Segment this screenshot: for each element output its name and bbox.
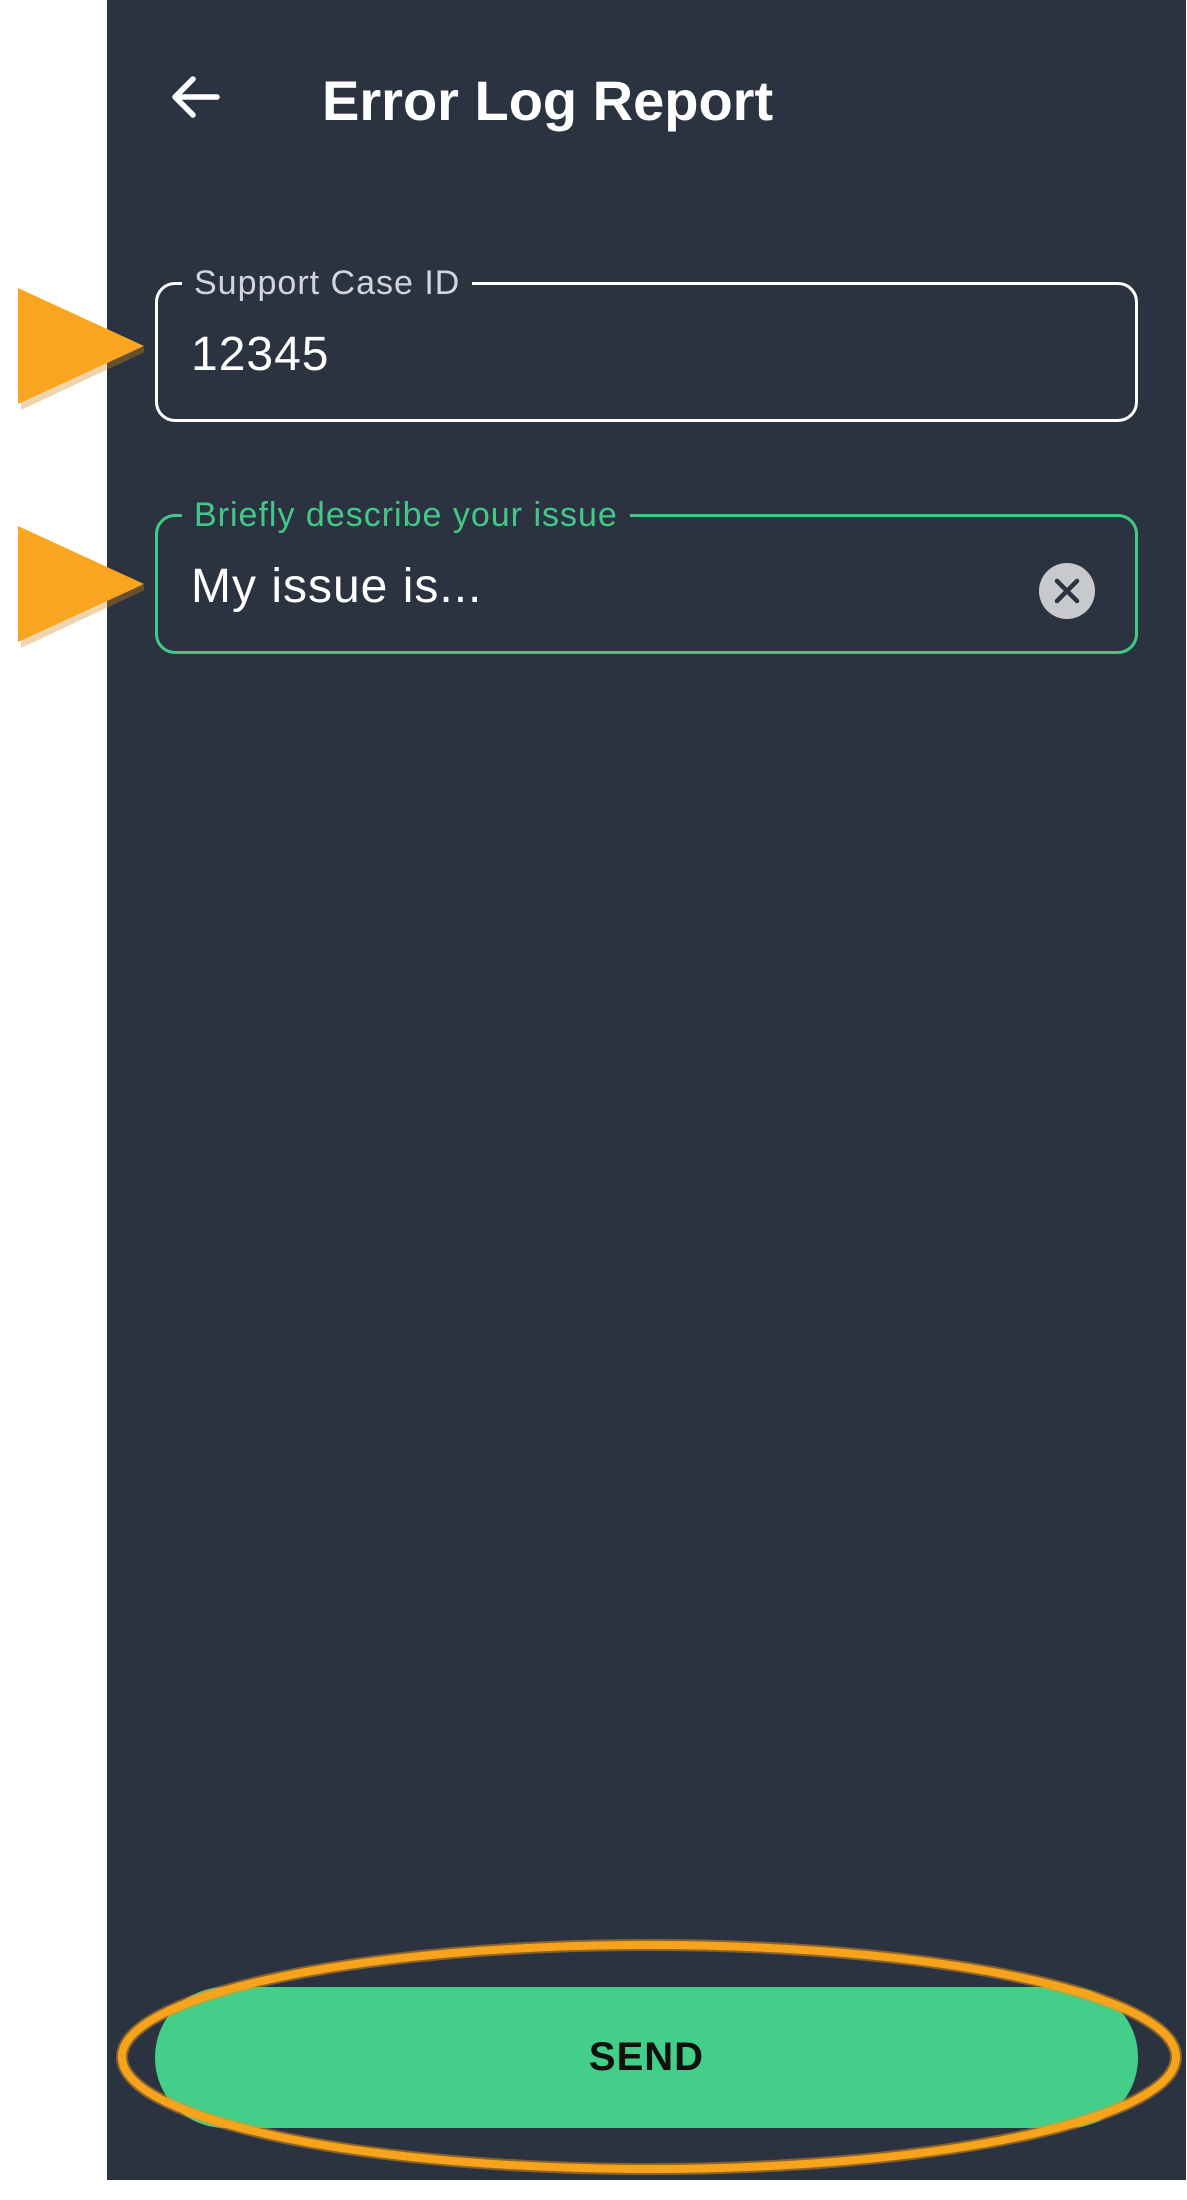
support-case-id-input[interactable]: 12345 (191, 285, 1015, 419)
support-case-id-field[interactable]: Support Case ID 12345 (155, 259, 1138, 422)
issue-description-field[interactable]: Briefly describe your issue My issue is.… (155, 491, 1138, 654)
orange-triangle-pointer-icon (18, 288, 144, 410)
clear-button[interactable] (1039, 563, 1095, 619)
arrow-left-icon (172, 76, 220, 118)
orange-triangle-pointer-icon (18, 526, 144, 648)
clear-circle-icon (1054, 578, 1080, 604)
back-button[interactable] (160, 62, 230, 132)
send-button[interactable]: SEND (155, 1987, 1138, 2128)
page-title: Error Log Report (322, 69, 774, 132)
issue-description-input[interactable]: My issue is... (191, 517, 1015, 651)
